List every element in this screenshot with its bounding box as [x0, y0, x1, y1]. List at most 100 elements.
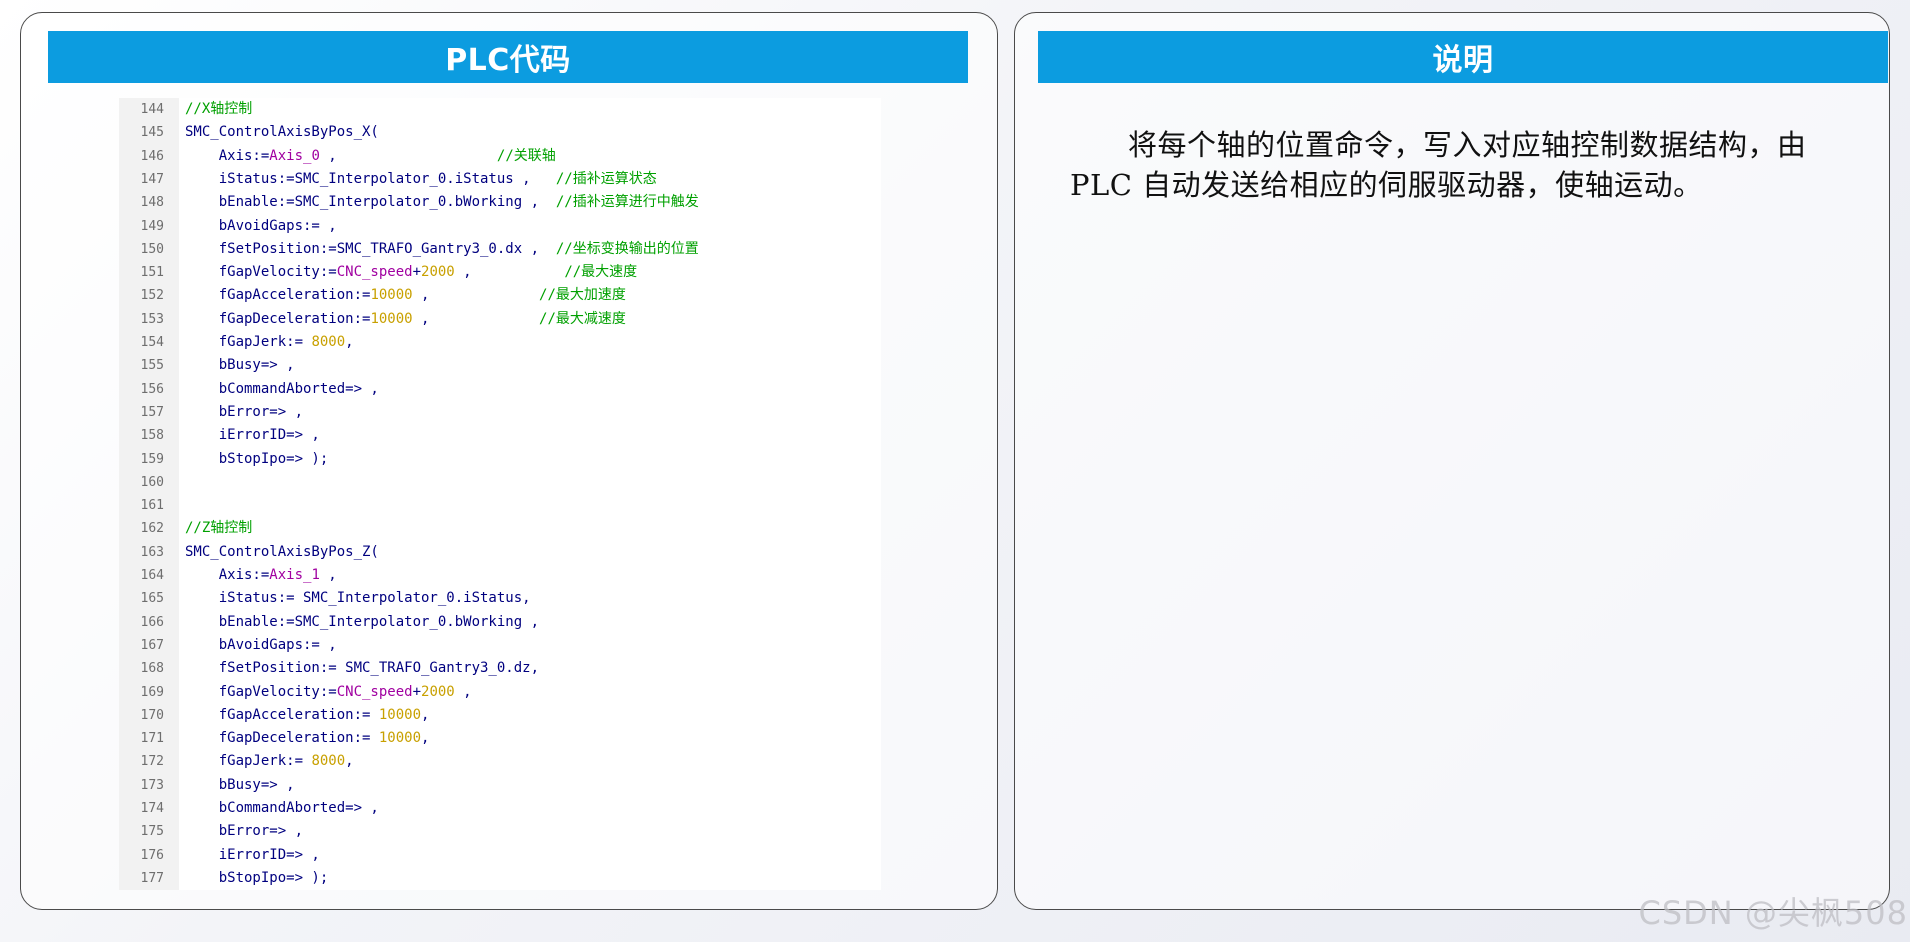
plc-code-title: PLC代码 — [48, 31, 968, 83]
code-token: CNC_speed — [336, 683, 413, 700]
line-number: 166 — [140, 614, 164, 630]
code-text: //Z轴控制 — [185, 517, 252, 540]
code-token: + — [412, 264, 422, 281]
code-line: 153 fGapDeceleration:=10000 , //最大减速度 — [119, 308, 881, 331]
code-line: 157 bError=> , — [119, 401, 881, 424]
code-token: , — [412, 310, 540, 327]
code-token: //坐标变换输出的位置 — [555, 240, 699, 257]
code-line: 154 fGapJerk:= 8000, — [119, 331, 881, 354]
line-number: 144 — [140, 102, 164, 117]
line-number: 159 — [140, 451, 164, 467]
line-number: 152 — [140, 288, 164, 304]
code-token: fSetPosition:= SMC_TRAFO_Gantry3_0.dz, — [185, 660, 540, 677]
code-line: 152 fGapAcceleration:=10000 , //最大加速度 — [119, 284, 881, 307]
line-number: 167 — [140, 637, 164, 653]
code-token: CNC_speed — [336, 264, 413, 281]
code-line: 173 bBusy=> , — [119, 774, 881, 797]
code-text: Axis:=Axis_1 , — [185, 564, 337, 587]
code-token: 10000 — [378, 730, 422, 747]
code-token: , — [454, 683, 472, 700]
code-line: 168 fSetPosition:= SMC_TRAFO_Gantry3_0.d… — [119, 657, 881, 680]
code-line: 167 bAvoidGaps:= , — [119, 634, 881, 657]
code-token: , — [319, 567, 337, 583]
code-token: //插补运算进行中触发 — [555, 194, 699, 211]
code-line: 145 SMC_ControlAxisByPos_X( — [119, 121, 881, 144]
code-token: 10000 — [370, 310, 413, 327]
line-number: 176 — [140, 847, 164, 863]
code-token: fSetPosition:=SMC_TRAFO_Gantry3_0.dx , — [185, 240, 556, 257]
code-text: bBusy=> , — [185, 354, 295, 377]
line-number: 155 — [140, 358, 164, 374]
line-number: 168 — [140, 661, 164, 677]
code-token: , — [345, 334, 354, 350]
code-line: 172 fGapJerk:= 8000, — [119, 750, 881, 773]
code-text: bBusy=> , — [185, 774, 295, 797]
line-number: 173 — [140, 777, 164, 793]
code-token: bError=> , — [185, 823, 304, 840]
code-token: 8000 — [311, 334, 346, 350]
plc-code-panel: PLC代码 144 //X轴控制 145 SMC_ControlAxisByPos_X… — [20, 12, 998, 910]
code-text: fGapJerk:= 8000, — [185, 750, 354, 773]
code-text: bCommandAborted=> , — [185, 378, 379, 401]
code-line: 147 iStatus:=SMC_Interpolator_0.iStatus … — [119, 168, 881, 191]
code-line: 158 iErrorID=> , — [119, 424, 881, 447]
watermark: CSDN @尖枫508 — [1638, 894, 1908, 932]
description-text: 将每个轴的位置命令，写入对应轴控制数据结构，由 PLC 自动发送给相应的伺服驱动… — [1070, 128, 1807, 202]
code-text: fGapDeceleration:=10000 , //最大减速度 — [185, 308, 626, 331]
line-number: 147 — [140, 171, 164, 187]
code-line: 170 fGapAcceleration:= 10000, — [119, 704, 881, 727]
line-number: 158 — [140, 428, 164, 444]
code-token: iErrorID=> , — [185, 427, 320, 444]
code-text: iErrorID=> , — [185, 844, 320, 867]
code-token: Axis_1 — [269, 567, 320, 583]
code-line: 156 bCommandAborted=> , — [119, 378, 881, 401]
code-text: fSetPosition:=SMC_TRAFO_Gantry3_0.dx , /… — [185, 238, 699, 261]
code-token: Axis_0 — [269, 147, 320, 164]
code-line: 144 //X轴控制 — [119, 98, 881, 121]
code-token: bError=> , — [185, 403, 304, 420]
code-token: //关联轴 — [496, 147, 556, 164]
code-line: 163 SMC_ControlAxisByPos_Z( — [119, 541, 881, 564]
line-number: 154 — [140, 335, 164, 350]
code-token: 2000 — [421, 264, 455, 281]
line-number: 146 — [140, 148, 164, 164]
code-line: 165 iStatus:= SMC_Interpolator_0.iStatus… — [119, 587, 881, 610]
line-number: 153 — [140, 311, 164, 327]
code-text: fGapVelocity:=CNC_speed+2000 , — [185, 681, 472, 704]
code-text: bEnable:=SMC_Interpolator_0.bWorking , /… — [185, 191, 699, 214]
line-number: 151 — [140, 265, 164, 281]
code-text: fSetPosition:= SMC_TRAFO_Gantry3_0.dz, — [185, 657, 539, 680]
code-token: fGapJerk:= — [185, 753, 312, 770]
code-token: Axis:= — [185, 147, 270, 164]
code-token: bStopIpo=> ); — [185, 869, 329, 886]
code-line: 166 bEnable:=SMC_Interpolator_0.bWorking… — [119, 611, 881, 634]
code-token: + — [412, 683, 422, 700]
code-line: 162 //Z轴控制 — [119, 517, 881, 540]
code-token: Axis:= — [185, 567, 270, 583]
code-token: 10000 — [378, 706, 422, 723]
code-token: bAvoidGaps:= , — [185, 636, 337, 653]
code-line: 148 bEnable:=SMC_Interpolator_0.bWorking… — [119, 191, 881, 214]
line-number: 157 — [140, 404, 164, 420]
code-line: 159 bStopIpo=> ); — [119, 448, 881, 471]
line-number: 163 — [140, 544, 164, 560]
code-token: , — [454, 264, 565, 281]
code-line: 176 iErrorID=> , — [119, 844, 881, 867]
code-text: bError=> , — [185, 820, 303, 843]
code-line: 155 bBusy=> , — [119, 354, 881, 377]
code-line: 146 Axis:=Axis_0 , //关联轴 — [119, 145, 881, 168]
code-line: 175 bError=> , — [119, 820, 881, 843]
line-number: 160 — [140, 474, 164, 490]
code-token: , — [345, 753, 354, 770]
code-token: bStopIpo=> ); — [185, 450, 329, 467]
code-token: iErrorID=> , — [185, 846, 320, 863]
code-token: bBusy=> , — [185, 357, 295, 374]
code-text: iStatus:= SMC_Interpolator_0.iStatus, — [185, 587, 531, 610]
description-title: 说明 — [1038, 31, 1888, 83]
code-line: 149 bAvoidGaps:= , — [119, 215, 881, 238]
line-number: 149 — [140, 218, 164, 234]
line-number: 175 — [140, 824, 164, 840]
code-token: iStatus:= SMC_Interpolator_0.iStatus, — [185, 590, 531, 607]
line-number: 164 — [140, 568, 164, 583]
code-line: 151 fGapVelocity:=CNC_speed+2000 , //最大速… — [119, 261, 881, 284]
